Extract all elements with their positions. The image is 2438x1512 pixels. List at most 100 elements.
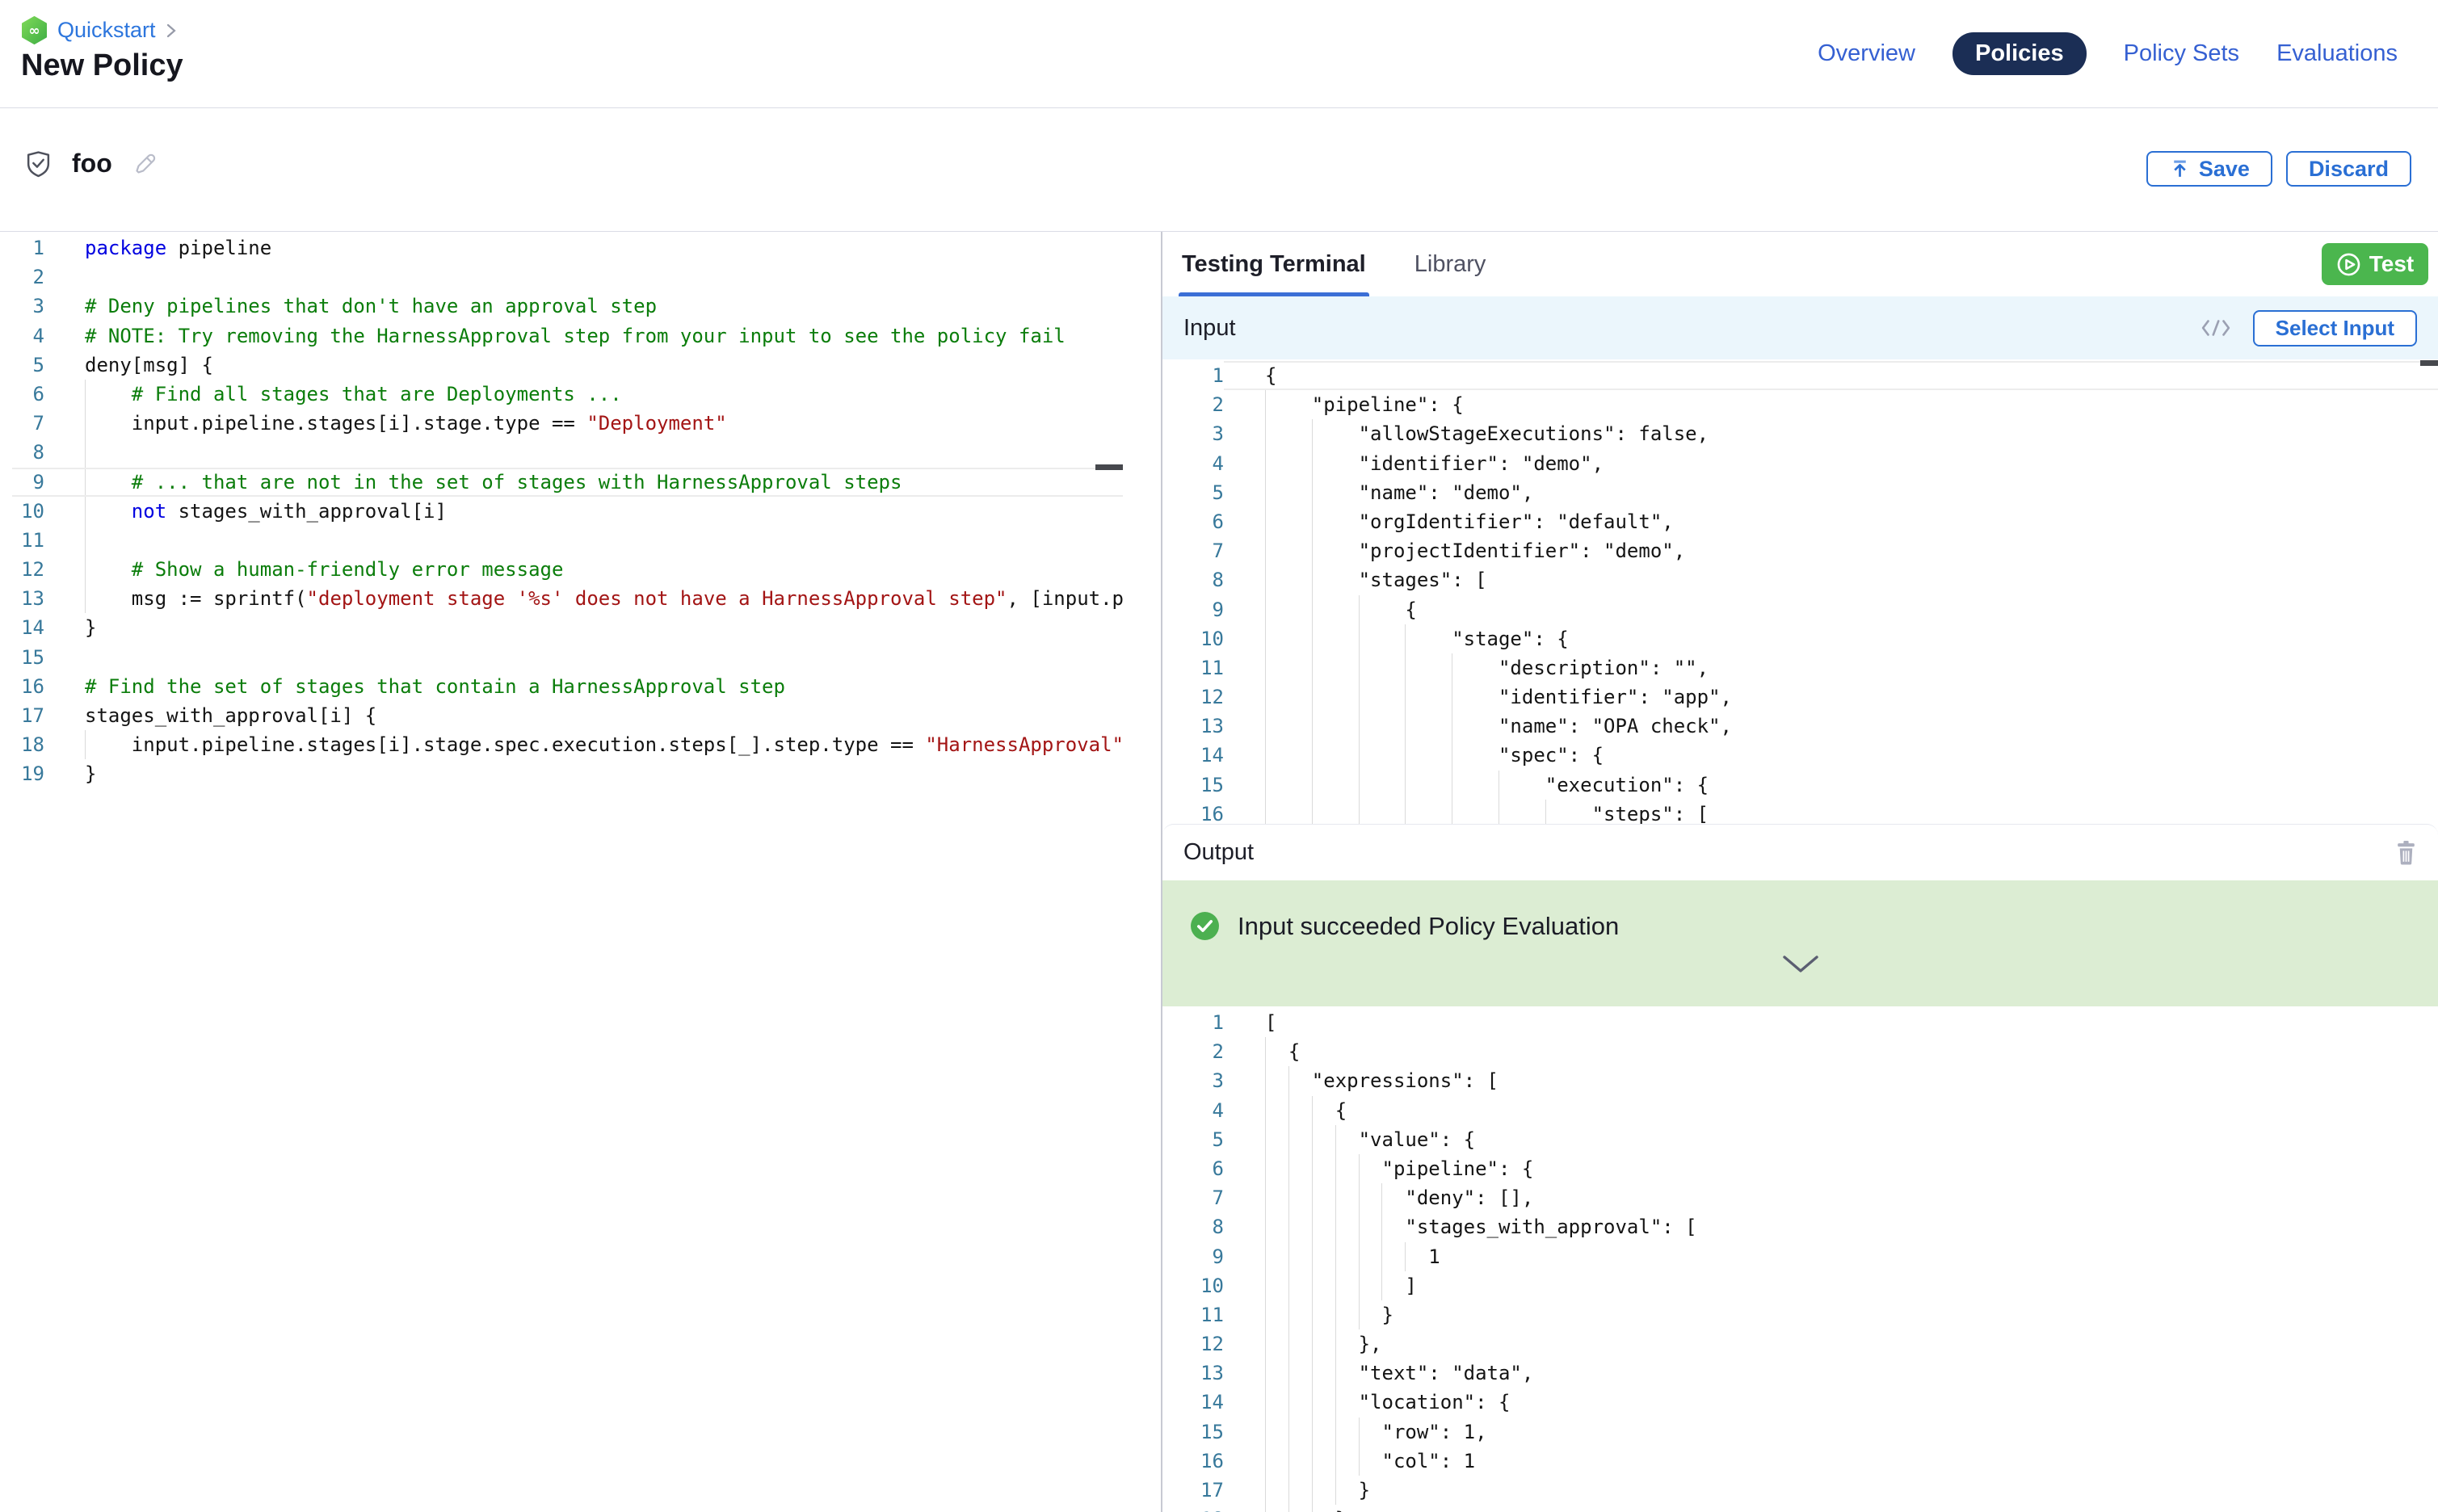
- code-line[interactable]: 17 }: [1162, 1476, 2438, 1505]
- code-line[interactable]: 16 "col": 1: [1162, 1447, 2438, 1476]
- code-line[interactable]: 11 }: [1162, 1300, 2438, 1329]
- code-line[interactable]: 4 "identifier": "demo",: [1162, 449, 2438, 478]
- code-line[interactable]: 2 {: [1162, 1037, 2438, 1066]
- code-line[interactable]: 19}: [0, 759, 1161, 788]
- code-line[interactable]: 5 "name": "demo",: [1162, 478, 2438, 507]
- code-line[interactable]: 2 "pipeline": {: [1162, 390, 2438, 419]
- tab-library[interactable]: Library: [1411, 232, 1490, 296]
- overview-cursor-mark: [2420, 360, 2438, 366]
- code-text: "value": {: [1224, 1125, 2438, 1154]
- line-number: 15: [0, 643, 44, 672]
- input-json-editor[interactable]: 1{2 "pipeline": {3 "allowStageExecutions…: [1162, 359, 2438, 825]
- code-line[interactable]: 2: [0, 262, 1161, 292]
- code-line[interactable]: 14 "location": {: [1162, 1388, 2438, 1417]
- code-line[interactable]: 16# Find the set of stages that contain …: [0, 672, 1161, 701]
- code-line[interactable]: 13 msg := sprintf("deployment stage '%s'…: [0, 584, 1161, 613]
- select-input-button[interactable]: Select Input: [2253, 310, 2417, 346]
- code-line[interactable]: 9 1: [1162, 1242, 2438, 1271]
- policy-code-editor[interactable]: 1package pipeline23# Deny pipelines that…: [0, 232, 1161, 1512]
- trash-icon[interactable]: [2395, 840, 2417, 865]
- indent-guide: [1288, 1183, 1289, 1212]
- code-text: stages_with_approval[i] {: [44, 701, 1161, 730]
- code-line[interactable]: 12 "identifier": "app",: [1162, 682, 2438, 712]
- indent-guide: [1312, 741, 1313, 770]
- indent-guide: [1381, 1242, 1382, 1271]
- indent-guide: [1288, 1125, 1289, 1154]
- code-line[interactable]: 13 "text": "data",: [1162, 1359, 2438, 1388]
- code-line[interactable]: 15: [0, 643, 1161, 672]
- code-text: [44, 262, 1161, 292]
- code-line[interactable]: 10 "stage": {: [1162, 624, 2438, 653]
- policy-name-row: foo: [24, 149, 157, 178]
- code-line[interactable]: 9 # ... that are not in the set of stage…: [0, 468, 1161, 497]
- code-line[interactable]: 7 "deny": [],: [1162, 1183, 2438, 1212]
- code-line[interactable]: 10 ]: [1162, 1271, 2438, 1300]
- code-line[interactable]: 17stages_with_approval[i] {: [0, 701, 1161, 730]
- test-button[interactable]: Test: [2322, 243, 2428, 285]
- indent-guide: [1288, 1418, 1289, 1447]
- indent-guide: [1405, 682, 1406, 712]
- line-number: 13: [1162, 1359, 1224, 1388]
- terminal-tabs: Testing Terminal Library Test: [1162, 232, 2438, 296]
- line-number: 6: [1162, 507, 1224, 536]
- code-line[interactable]: 18 input.pipeline.stages[i].stage.spec.e…: [0, 730, 1161, 759]
- code-line[interactable]: 8 "stages": [: [1162, 565, 2438, 594]
- code-line[interactable]: 15 "execution": {: [1162, 771, 2438, 800]
- code-line[interactable]: 14}: [0, 613, 1161, 642]
- nav-policies[interactable]: Policies: [1953, 32, 2087, 75]
- code-text: {: [1224, 1037, 2438, 1066]
- code-line[interactable]: 3 "expressions": [: [1162, 1066, 2438, 1095]
- save-button[interactable]: Save: [2146, 151, 2272, 187]
- nav-evaluations[interactable]: Evaluations: [2276, 40, 2398, 67]
- code-line[interactable]: 1package pipeline: [0, 233, 1161, 262]
- code-line[interactable]: 16 "steps": [: [1162, 800, 2438, 825]
- code-line[interactable]: 14 "spec": {: [1162, 741, 2438, 770]
- code-line[interactable]: 6 # Find all stages that are Deployments…: [0, 380, 1161, 409]
- code-line[interactable]: 12 },: [1162, 1329, 2438, 1359]
- code-text: input.pipeline.stages[i].stage.type == "…: [44, 409, 1161, 438]
- code-line[interactable]: 3# Deny pipelines that don't have an app…: [0, 292, 1161, 321]
- code-line[interactable]: 8 "stages_with_approval": [: [1162, 1212, 2438, 1241]
- indent-guide: [1312, 536, 1313, 565]
- code-line[interactable]: 3 "allowStageExecutions": false,: [1162, 419, 2438, 448]
- indent-guide: [1335, 1271, 1336, 1300]
- code-text: "name": "OPA check",: [1224, 712, 2438, 741]
- code-line[interactable]: 4 {: [1162, 1096, 2438, 1125]
- code-line[interactable]: 13 "name": "OPA check",: [1162, 712, 2438, 741]
- banner-message-row: Input succeeded Policy Evaluation: [1190, 911, 1619, 941]
- code-text: [44, 526, 1161, 555]
- code-line[interactable]: 18 }: [1162, 1505, 2438, 1512]
- code-line[interactable]: 12 # Show a human-friendly error message: [0, 555, 1161, 584]
- code-line[interactable]: 6 "pipeline": {: [1162, 1154, 2438, 1183]
- code-line[interactable]: 9 {: [1162, 595, 2438, 624]
- code-text: "deny": [],: [1224, 1183, 2438, 1212]
- code-line[interactable]: 1{: [1162, 361, 2438, 390]
- indent-guide: [1312, 800, 1313, 825]
- code-line[interactable]: 11: [0, 526, 1161, 555]
- expand-chevron-down-icon[interactable]: [1782, 955, 1819, 974]
- indent-guide: [1335, 1359, 1336, 1388]
- code-line[interactable]: 7 input.pipeline.stages[i].stage.type ==…: [0, 409, 1161, 438]
- code-line[interactable]: 5 "value": {: [1162, 1125, 2438, 1154]
- indent-guide: [1312, 1447, 1313, 1476]
- code-line[interactable]: 6 "orgIdentifier": "default",: [1162, 507, 2438, 536]
- code-line[interactable]: 4# NOTE: Try removing the HarnessApprova…: [0, 321, 1161, 351]
- code-line[interactable]: 10 not stages_with_approval[i]: [0, 497, 1161, 526]
- breadcrumb-project-link[interactable]: Quickstart: [57, 18, 156, 43]
- code-line[interactable]: 15 "row": 1,: [1162, 1418, 2438, 1447]
- code-line[interactable]: 11 "description": "",: [1162, 653, 2438, 682]
- nav-policy-sets[interactable]: Policy Sets: [2124, 40, 2239, 67]
- indent-guide: [1312, 449, 1313, 478]
- line-number: 2: [0, 262, 44, 292]
- code-brackets-icon[interactable]: [2201, 318, 2230, 338]
- tab-testing-terminal[interactable]: Testing Terminal: [1179, 232, 1369, 296]
- code-line[interactable]: 7 "projectIdentifier": "demo",: [1162, 536, 2438, 565]
- code-line[interactable]: 8: [0, 438, 1161, 467]
- output-json-editor[interactable]: 1[2 {3 "expressions": [4 {5 "value": {6 …: [1162, 1006, 2438, 1512]
- code-line[interactable]: 1[: [1162, 1008, 2438, 1037]
- nav-overview[interactable]: Overview: [1818, 40, 1915, 67]
- indent-guide: [1312, 1505, 1313, 1512]
- edit-pencil-icon[interactable]: [132, 151, 157, 176]
- code-line[interactable]: 5deny[msg] {: [0, 351, 1161, 380]
- discard-button[interactable]: Discard: [2286, 151, 2411, 187]
